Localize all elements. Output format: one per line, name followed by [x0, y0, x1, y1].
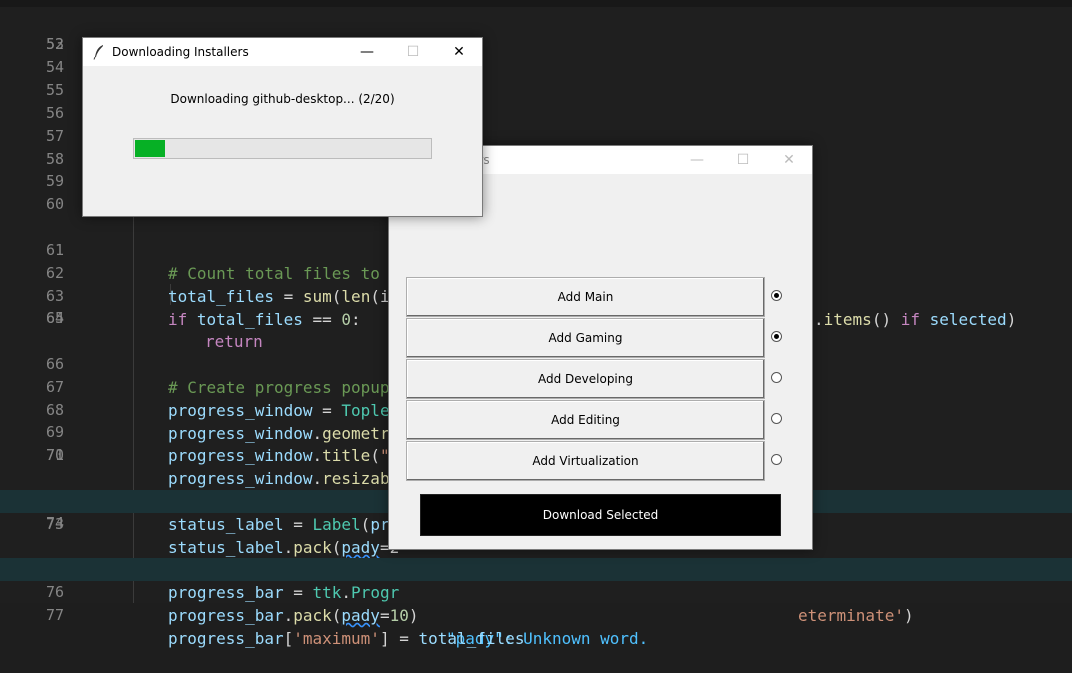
line-number: 53 [45, 35, 64, 53]
line-number: 54 [45, 58, 64, 76]
variable: progress_bar [168, 606, 284, 625]
line-number: 77 [45, 606, 64, 624]
add-gaming-button[interactable]: Add Gaming [406, 318, 765, 358]
line-number: 57 [45, 127, 64, 145]
line-number: 65 [45, 309, 64, 327]
punctuation: [ [283, 629, 294, 648]
punctuation: ) [408, 606, 419, 625]
download-selected-button[interactable]: Download Selected [420, 494, 781, 536]
add-virtualization-button[interactable]: Add Virtualization [406, 441, 765, 481]
code-line[interactable]: 77 progress_bar['maximum'] = total_files [0, 581, 1072, 648]
add-developing-radio[interactable] [771, 372, 782, 383]
punctuation: ] [379, 629, 390, 648]
code-line-highlighted[interactable]: 76 progress_bar.pack(pady=10) "pady": Un… [0, 558, 1072, 648]
add-editing-radio[interactable] [771, 413, 782, 424]
close-icon[interactable]: ✕ [766, 146, 812, 174]
add-gaming-radio[interactable] [771, 331, 782, 342]
punctuation: ( [331, 606, 342, 625]
line-number: 60 [45, 195, 64, 213]
maximize-icon[interactable]: ☐ [720, 146, 766, 174]
feather-icon [93, 45, 103, 60]
add-developing-button[interactable]: Add Developing [406, 359, 765, 399]
keyword-argument: pady [341, 606, 380, 625]
editor-top-strip [0, 0, 1072, 7]
minimize-icon[interactable]: — [344, 38, 390, 66]
title-bar[interactable]: Downloading Installers — ☐ ✕ [83, 38, 482, 66]
line-number: 71 [45, 446, 64, 464]
progress-window[interactable]: Downloading Installers — ☐ ✕ Downloading… [82, 37, 483, 217]
line-number: 58 [45, 150, 64, 168]
minimize-icon[interactable]: — [674, 146, 720, 174]
operator: = [389, 629, 419, 648]
progress-bar-fill [135, 140, 165, 157]
line-number: 74 [45, 514, 64, 532]
number: 10 [389, 606, 409, 625]
line-number: 55 [45, 81, 64, 99]
add-editing-button[interactable]: Add Editing [406, 400, 765, 440]
operator: = [379, 606, 390, 625]
punctuation: . [283, 606, 294, 625]
string: 'maximum' [293, 629, 380, 648]
punctuation: ) [903, 606, 914, 625]
variable: total_files [418, 629, 525, 648]
progress-bar [133, 138, 432, 159]
code-line[interactable]: 52 def install(): [0, 10, 1072, 77]
add-main-button[interactable]: Add Main [406, 277, 765, 317]
line-number: 59 [45, 172, 64, 190]
maximize-icon[interactable]: ☐ [390, 38, 436, 66]
string: eterminate' [798, 606, 904, 625]
variable: progress_bar [168, 629, 284, 648]
window-title: Downloading Installers [112, 45, 249, 59]
line-number: 56 [45, 104, 64, 122]
download-status-label: Downloading github-desktop... (2/20) [170, 92, 395, 106]
close-icon[interactable]: ✕ [436, 38, 482, 66]
add-main-radio[interactable] [771, 290, 782, 301]
function-name: pack [293, 606, 332, 625]
add-virtualization-radio[interactable] [771, 454, 782, 465]
